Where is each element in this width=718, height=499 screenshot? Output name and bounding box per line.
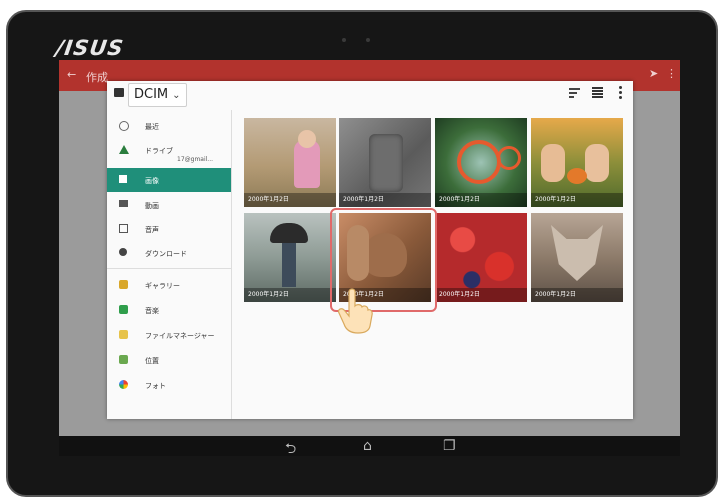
more-options-icon[interactable] (619, 86, 622, 101)
roots-menu-icon[interactable] (114, 88, 124, 97)
sidebar-item-gallery[interactable]: ギャラリー (107, 273, 231, 297)
back-arrow-icon[interactable]: ← (67, 68, 76, 81)
sidebar-item-drive[interactable]: ドライブ 17@gmail... (107, 138, 231, 168)
picker-toolbar: DCIM ⌄ (107, 81, 633, 109)
sidebar-item-recent[interactable]: 最近 (107, 114, 231, 138)
sidebar-item-label: フォト (145, 382, 166, 390)
photo-thumbnail[interactable]: 2000年1月2日 (435, 118, 527, 207)
file-manager-icon (119, 330, 128, 339)
photo-date-caption: 2000年1月2日 (531, 288, 623, 302)
app-bar-title: 作成 (86, 71, 108, 84)
sidebar-item-label: ドライブ (145, 147, 173, 155)
sidebar-item-label: 位置 (145, 357, 159, 365)
list-view-icon[interactable] (592, 87, 603, 98)
tap-hand-icon (337, 288, 373, 334)
nav-home-icon[interactable]: ⌂ (363, 438, 372, 454)
sidebar-divider (107, 268, 231, 269)
sidebar-item-videos[interactable]: 動画 (107, 193, 231, 217)
nav-back-icon[interactable]: ⮌ (285, 438, 296, 456)
music-app-icon (119, 305, 128, 314)
photo-date-caption: 2000年1月2日 (435, 193, 527, 207)
photo-thumbnail[interactable]: 2000年1月2日 (531, 118, 623, 207)
sidebar-item-location[interactable]: 位置 (107, 348, 231, 372)
sidebar-item-downloads[interactable]: ダウンロード (107, 241, 231, 265)
download-icon (119, 248, 127, 256)
android-nav-bar: ⮌ ⌂ ❐ (59, 436, 680, 456)
sidebar-item-photos[interactable]: フォト (107, 373, 231, 397)
location-dropdown[interactable]: DCIM ⌄ (128, 83, 187, 107)
sidebar-item-label: 画像 (145, 177, 159, 185)
sidebar-item-label: 最近 (145, 123, 159, 131)
drive-icon (119, 145, 129, 154)
sidebar-item-label: 音楽 (145, 307, 159, 315)
sidebar-item-images[interactable]: 画像 (107, 168, 231, 192)
photo-thumbnail[interactable]: 2000年1月2日 (435, 213, 527, 302)
drive-account-label: 17@gmail... (177, 156, 214, 163)
sidebar-item-label: ダウンロード (145, 250, 187, 258)
sidebar-item-label: 音声 (145, 226, 159, 234)
gallery-app-icon (119, 280, 128, 289)
sort-icon[interactable] (569, 88, 580, 98)
photo-date-caption: 2000年1月2日 (435, 288, 527, 302)
clock-icon (119, 121, 129, 131)
sidebar-item-label: ギャラリー (145, 282, 180, 290)
sidebar-item-label: 動画 (145, 202, 159, 210)
photo-date-caption: 2000年1月2日 (244, 193, 336, 207)
asus-logo: /ISUS (54, 36, 126, 60)
audio-icon (119, 224, 128, 233)
overflow-menu-icon[interactable]: ⋮ (666, 67, 677, 80)
sidebar-item-file-manager[interactable]: ファイルマネージャー (107, 323, 231, 347)
front-camera (342, 38, 378, 44)
photo-thumbnail[interactable]: 2000年1月2日 (339, 118, 431, 207)
roots-sidebar: 最近 ドライブ 17@gmail... 画像 動画 音声 ダウンロード ギャラリ… (107, 110, 232, 419)
send-icon[interactable]: ➤ (649, 67, 658, 80)
sidebar-item-music[interactable]: 音楽 (107, 298, 231, 322)
location-label: DCIM (134, 87, 169, 102)
video-icon (119, 200, 128, 207)
nav-recents-icon[interactable]: ❐ (443, 438, 456, 454)
chevron-down-icon: ⌄ (172, 90, 181, 101)
photo-grid: 2000年1月2日 2000年1月2日 2000年1月2日 2000年1月2日 … (244, 118, 633, 308)
sidebar-item-label: ファイルマネージャー (145, 332, 215, 340)
photo-date-caption: 2000年1月2日 (244, 288, 336, 302)
image-icon (119, 175, 127, 183)
sidebar-item-audio[interactable]: 音声 (107, 217, 231, 241)
photo-date-caption: 2000年1月2日 (339, 193, 431, 207)
photo-date-caption: 2000年1月2日 (531, 193, 623, 207)
photo-thumbnail[interactable]: 2000年1月2日 (531, 213, 623, 302)
photo-thumbnail[interactable]: 2000年1月2日 (244, 213, 336, 302)
photos-icon (119, 380, 128, 389)
location-icon (119, 355, 128, 364)
photo-thumbnail[interactable]: 2000年1月2日 (244, 118, 336, 207)
